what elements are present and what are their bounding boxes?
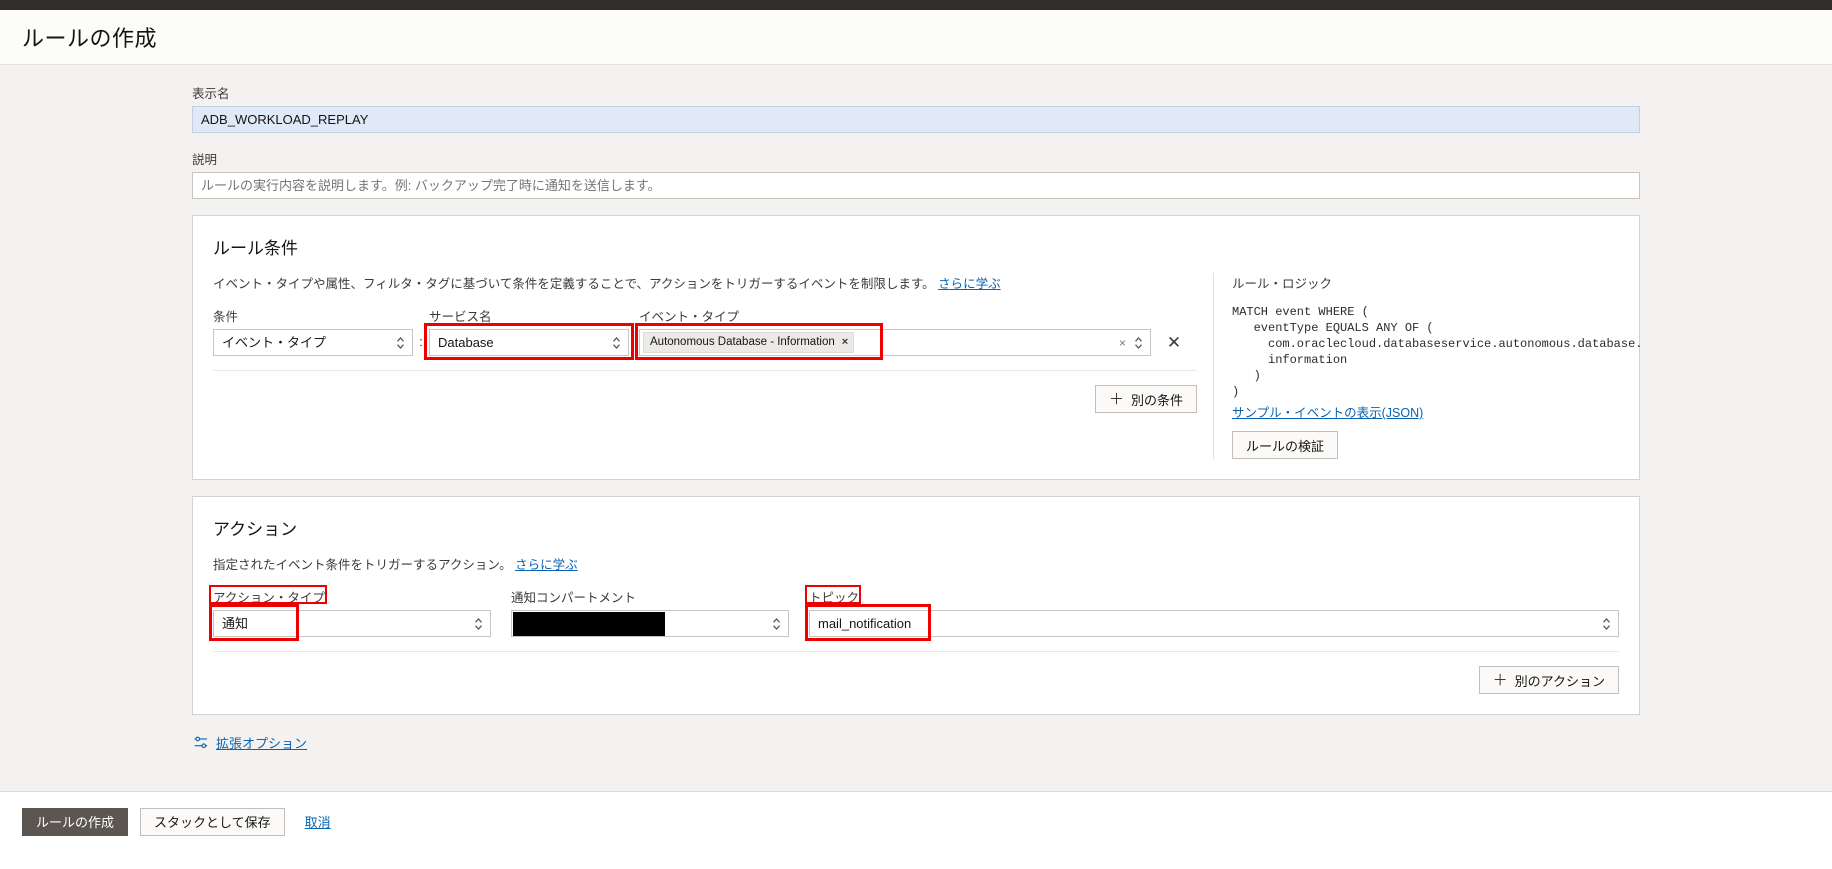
validate-rule-button[interactable]: ルールの検証 xyxy=(1232,431,1338,459)
notification-compartment-select[interactable] xyxy=(511,610,789,637)
rule-logic-panel: ルール・ロジック MATCH event WHERE ( eventType E… xyxy=(1213,273,1642,459)
actions-description-text: 指定されたイベント条件をトリガーするアクション。 xyxy=(213,558,512,572)
rule-conditions-panel: ルール条件 イベント・タイプや属性、フィルタ・タグに基づいて条件を定義することで… xyxy=(192,215,1640,480)
add-action-row: ＋ 別のアクション xyxy=(213,651,1619,694)
service-name-label: サービス名 xyxy=(429,306,629,325)
event-type-multiselect[interactable]: Autonomous Database - Information × × xyxy=(639,329,1151,356)
rule-conditions-description: イベント・タイプや属性、フィルタ・タグに基づいて条件を定義することで、アクション… xyxy=(213,273,1197,292)
condition-row: 条件 イベント・タイプ : xyxy=(213,306,1197,356)
rule-conditions-body: イベント・タイプや属性、フィルタ・タグに基づいて条件を定義することで、アクション… xyxy=(213,273,1619,459)
page-body: 表示名 説明 ルール条件 イベント・タイプや属性、フィルタ・タグに基づいて条件を… xyxy=(0,65,1832,851)
actions-title: アクション xyxy=(213,515,1619,540)
action-type-field-group: アクション・タイプ 通知 xyxy=(213,587,491,637)
description-field-group: 説明 xyxy=(192,149,1640,199)
redaction-bar xyxy=(513,612,665,636)
add-condition-button[interactable]: ＋ 別の条件 xyxy=(1095,385,1197,413)
window-top-strip xyxy=(0,0,1832,10)
validate-rule-row: ルールの検証 xyxy=(1232,431,1642,459)
notification-compartment-label: 通知コンパートメント xyxy=(511,587,789,606)
rule-conditions-left: イベント・タイプや属性、フィルタ・タグに基づいて条件を定義することで、アクション… xyxy=(213,273,1213,413)
service-name-select[interactable]: Database xyxy=(429,329,629,356)
add-condition-row: ＋ 別の条件 xyxy=(213,370,1197,413)
event-type-chip-label: Autonomous Database - Information xyxy=(650,335,835,350)
clear-icon[interactable]: × xyxy=(1119,337,1126,349)
condition-type-value: イベント・タイプ xyxy=(222,335,326,350)
display-name-label: 表示名 xyxy=(192,83,1640,102)
add-condition-button-label: 別の条件 xyxy=(1131,390,1183,409)
bottom-action-bar: ルールの作成 スタックとして保存 取消 xyxy=(0,791,1832,851)
display-name-field-group: 表示名 xyxy=(192,83,1640,133)
description-label: 説明 xyxy=(192,149,1640,168)
chevron-updown-icon xyxy=(772,616,781,632)
event-type-label: イベント・タイプ xyxy=(639,306,1151,325)
service-name-value: Database xyxy=(438,335,494,350)
rule-conditions-learn-more-link[interactable]: さらに学ぶ xyxy=(938,277,1001,291)
advanced-options-row[interactable]: 拡張オプション xyxy=(192,733,1640,752)
sliders-icon xyxy=(194,735,209,750)
event-type-chip[interactable]: Autonomous Database - Information × xyxy=(643,332,854,353)
actions-learn-more-link[interactable]: さらに学ぶ xyxy=(515,558,578,572)
plus-icon: ＋ xyxy=(1493,673,1508,688)
actions-panel: アクション 指定されたイベント条件をトリガーするアクション。 さらに学ぶ アクシ… xyxy=(192,496,1640,715)
chevron-updown-icon[interactable] xyxy=(1134,335,1143,351)
topic-label: トピック xyxy=(809,587,1619,606)
plus-icon: ＋ xyxy=(1109,392,1124,407)
cancel-link[interactable]: 取消 xyxy=(305,812,331,831)
page-header: ルールの作成 xyxy=(0,10,1832,65)
page-title: ルールの作成 xyxy=(22,21,157,53)
condition-type-field-group: 条件 イベント・タイプ xyxy=(213,306,413,356)
chevron-updown-icon xyxy=(474,616,483,632)
condition-type-select[interactable]: イベント・タイプ xyxy=(213,329,413,356)
chevron-updown-icon xyxy=(612,335,621,351)
notification-compartment-field-group: 通知コンパートメント xyxy=(511,587,789,637)
save-as-stack-button-label: スタックとして保存 xyxy=(154,812,271,831)
action-type-value: 通知 xyxy=(222,616,248,631)
event-type-field-group: イベント・タイプ Autonomous Database - Informati… xyxy=(639,306,1151,356)
action-type-label: アクション・タイプ xyxy=(213,587,491,606)
action-type-select[interactable]: 通知 xyxy=(213,610,491,637)
advanced-options-link[interactable]: 拡張オプション xyxy=(216,733,307,752)
sample-event-json-link[interactable]: サンプル・イベントの表示(JSON) xyxy=(1232,406,1423,420)
create-rule-button-label: ルールの作成 xyxy=(36,812,114,831)
chip-remove-icon[interactable]: × xyxy=(842,335,848,350)
remove-condition-icon[interactable]: ✕ xyxy=(1167,329,1181,356)
rule-logic-label: ルール・ロジック xyxy=(1232,273,1642,292)
chevron-updown-icon xyxy=(396,335,405,351)
display-name-input[interactable] xyxy=(192,106,1640,133)
rule-logic-code: MATCH event WHERE ( eventType EQUALS ANY… xyxy=(1232,304,1642,400)
action-row: アクション・タイプ 通知 通知コンパートメント xyxy=(213,587,1619,637)
create-rule-form: 表示名 説明 ルール条件 イベント・タイプや属性、フィルタ・タグに基づいて条件を… xyxy=(192,65,1640,752)
create-rule-button[interactable]: ルールの作成 xyxy=(22,808,128,836)
condition-remove-cell: ✕ xyxy=(1151,329,1197,356)
topic-value: mail_notification xyxy=(818,616,911,631)
condition-label: 条件 xyxy=(213,306,413,325)
save-as-stack-button[interactable]: スタックとして保存 xyxy=(140,808,285,836)
topic-select[interactable]: mail_notification xyxy=(809,610,1619,637)
condition-separator: : xyxy=(413,328,429,356)
chevron-updown-icon xyxy=(1602,616,1611,632)
topic-field-group: トピック mail_notification xyxy=(809,587,1619,637)
service-name-field-group: サービス名 Database xyxy=(429,306,629,356)
actions-description: 指定されたイベント条件をトリガーするアクション。 さらに学ぶ xyxy=(213,554,1619,573)
validate-rule-button-label: ルールの検証 xyxy=(1246,436,1324,455)
add-action-button-label: 別のアクション xyxy=(1515,671,1605,690)
rule-conditions-title: ルール条件 xyxy=(213,234,1619,259)
description-input[interactable] xyxy=(192,172,1640,199)
add-action-button[interactable]: ＋ 別のアクション xyxy=(1479,666,1619,694)
rule-conditions-description-text: イベント・タイプや属性、フィルタ・タグに基づいて条件を定義することで、アクション… xyxy=(213,277,935,291)
